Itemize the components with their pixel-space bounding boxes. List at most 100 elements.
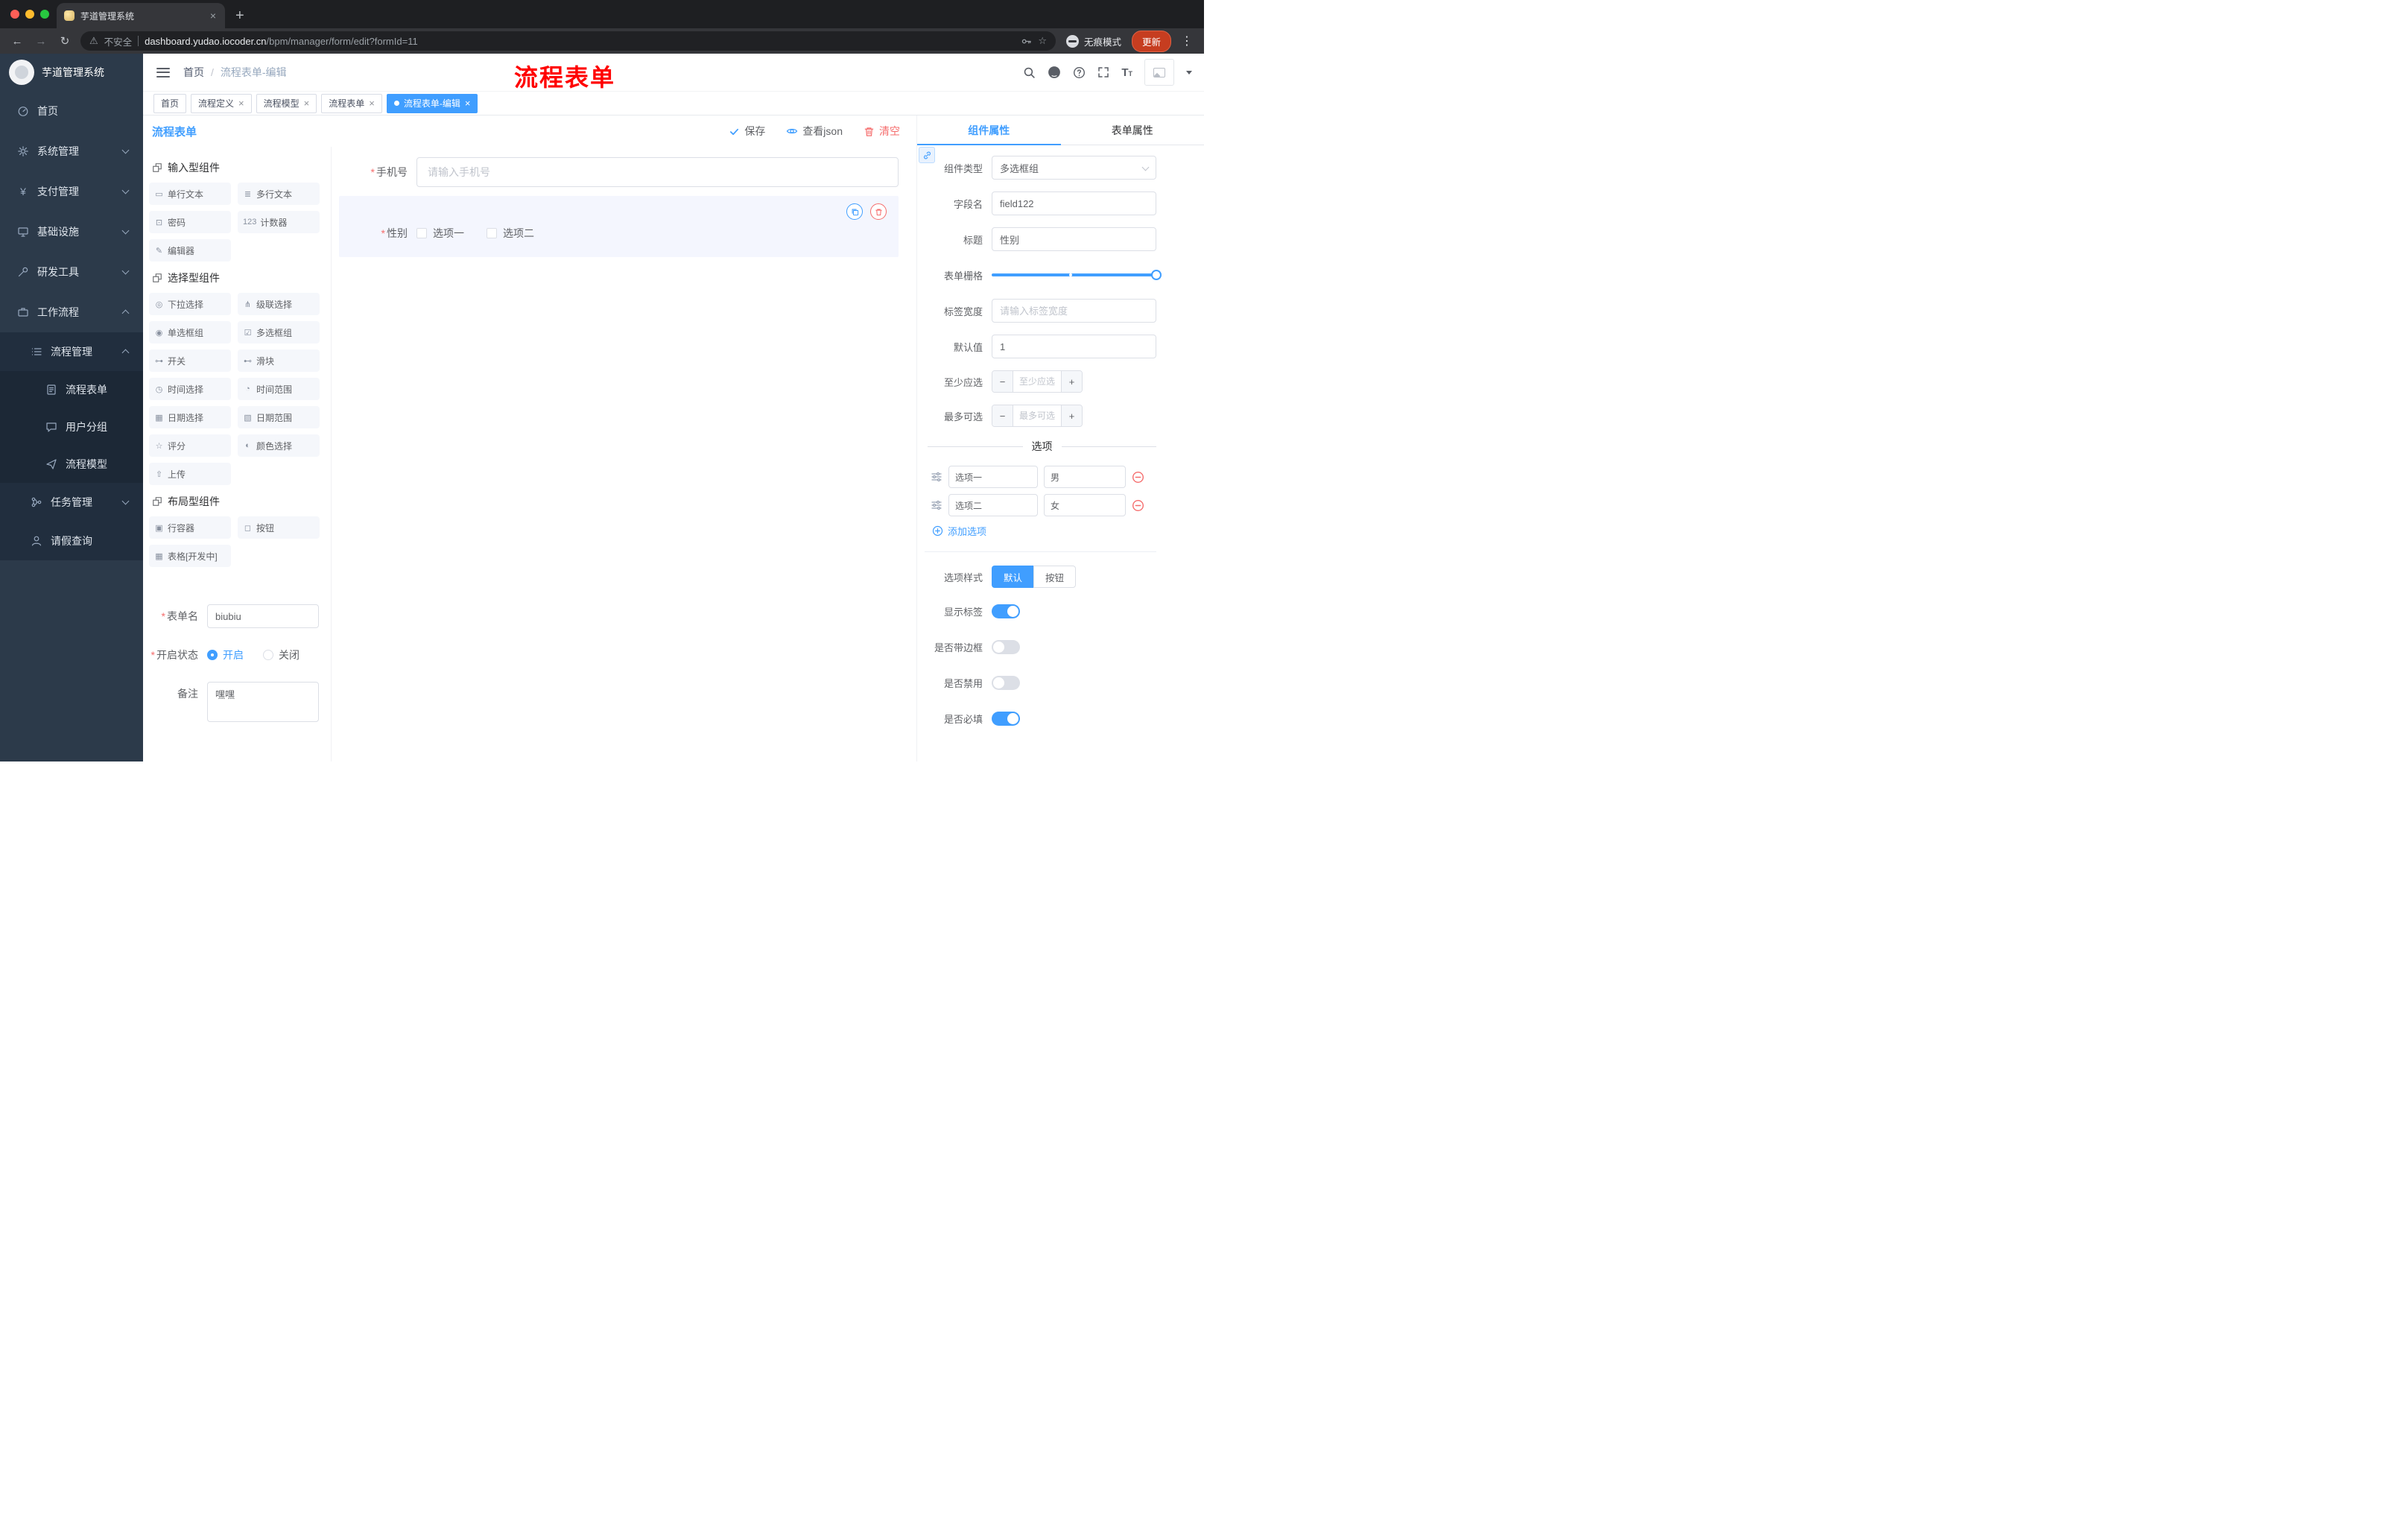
tag-process-form-edit[interactable]: 流程表单-编辑 × [386,93,478,113]
tab-form-properties[interactable]: 表单属性 [1061,115,1205,145]
increase-button[interactable]: + [1061,405,1082,426]
required-toggle[interactable] [992,711,1020,726]
sidebar-item-leave-query[interactable]: 请假查询 [0,522,143,560]
browser-tab[interactable]: 芋道管理系统 × [57,3,225,28]
font-size-icon[interactable]: TT [1121,66,1132,79]
disabled-toggle[interactable] [992,675,1020,690]
view-json-button[interactable]: 查看json [786,124,843,139]
status-off-radio[interactable]: 关闭 [263,647,300,662]
drag-handle-icon[interactable] [931,471,942,483]
tag-process-form[interactable]: 流程表单 × [321,93,382,113]
avatar-caret-icon[interactable] [1186,70,1192,75]
component-rate[interactable]: ☆ 评分 [149,434,231,457]
component-button[interactable]: ◻ 按钮 [238,516,320,539]
sidebar-item-infrastructure[interactable]: 基础设施 [0,212,143,252]
component-select[interactable]: ◎ 下拉选择 [149,293,231,315]
with-border-toggle[interactable] [992,639,1020,654]
link-badge-button[interactable] [919,147,935,163]
component-upload[interactable]: ⇧ 上传 [149,463,231,485]
sidebar-item-process-model[interactable]: 流程模型 [0,446,143,483]
clear-button[interactable]: 清空 [864,124,900,139]
tag-close-icon[interactable]: × [238,98,244,108]
status-on-radio[interactable]: 开启 [207,647,244,662]
style-default-button[interactable]: 默认 [992,566,1034,588]
fullscreen-icon[interactable] [1097,66,1109,78]
component-slider[interactable]: ⊷ 滑块 [238,349,320,372]
decrease-button[interactable]: − [992,405,1013,426]
sidebar-item-user-group[interactable]: 用户分组 [0,408,143,446]
remove-option-button[interactable] [1132,471,1144,484]
component-time-picker[interactable]: ◷ 时间选择 [149,378,231,400]
max-select-input[interactable] [1013,405,1061,426]
sidebar-item-process-management[interactable]: 流程管理 [0,332,143,371]
grid-slider[interactable] [992,263,1162,287]
option-value-input[interactable] [1044,466,1126,488]
component-type-select[interactable]: 多选框组 [992,156,1156,180]
sidebar-item-process-form[interactable]: 流程表单 [0,371,143,408]
component-row-container[interactable]: ▣ 行容器 [149,516,231,539]
component-color-picker[interactable]: ◐ 颜色选择 [238,434,320,457]
github-icon[interactable] [1048,66,1061,79]
search-icon[interactable] [1023,66,1036,79]
component-switch[interactable]: ⊶ 开关 [149,349,231,372]
reload-button[interactable]: ↻ [57,34,73,48]
component-editor[interactable]: ✎ 编辑器 [149,239,231,262]
sidebar-item-workflow[interactable]: 工作流程 [0,292,143,332]
min-select-input[interactable] [1013,371,1061,392]
sidebar-item-system[interactable]: 系统管理 [0,131,143,171]
title-input[interactable] [992,227,1156,251]
tag-process-definition[interactable]: 流程定义 × [191,93,252,113]
field-name-input[interactable] [992,191,1156,215]
window-zoom-button[interactable] [40,10,49,19]
drag-handle-icon[interactable] [931,499,942,511]
window-minimize-button[interactable] [25,10,34,19]
default-value-input[interactable] [992,335,1156,358]
style-button-button[interactable]: 按钮 [1033,566,1077,588]
label-width-input[interactable] [992,299,1156,323]
tab-component-properties[interactable]: 组件属性 [917,115,1061,145]
avatar[interactable] [1144,59,1174,86]
gender-option-2-checkbox[interactable]: 选项二 [487,226,534,241]
save-button[interactable]: 保存 [729,124,765,139]
new-tab-button[interactable]: + [235,8,244,23]
address-bar[interactable]: ⚠ 不安全 dashboard.yudao.iocoder.cn/bpm/man… [80,31,1056,51]
phone-input[interactable] [416,157,899,187]
tag-home[interactable]: 首页 [153,93,187,113]
gender-option-1-checkbox[interactable]: 选项一 [416,226,464,241]
component-password[interactable]: ⊡ 密码 [149,211,231,233]
sidebar-item-payment[interactable]: ¥ 支付管理 [0,171,143,212]
component-table[interactable]: ▦ 表格[开发中] [149,545,231,567]
component-time-range[interactable]: ◔ 时间范围 [238,378,320,400]
option-value-input[interactable] [1044,494,1126,516]
form-name-input[interactable] [207,604,319,628]
sidebar-toggle-icon[interactable] [156,67,170,77]
form-remark-textarea[interactable]: 嘿嘿 [207,682,319,722]
remove-option-button[interactable] [1132,499,1144,512]
tag-close-icon[interactable]: × [304,98,310,108]
component-multi-text[interactable]: ≣ 多行文本 [238,183,320,205]
sidebar-item-home[interactable]: 首页 [0,91,143,131]
increase-button[interactable]: + [1061,371,1082,392]
breadcrumb-home[interactable]: 首页 [183,65,204,80]
tag-close-icon[interactable]: × [369,98,375,108]
browser-menu-icon[interactable]: ⋮ [1179,34,1195,48]
browser-update-button[interactable]: 更新 [1131,30,1171,52]
form-canvas[interactable]: * 手机号 请输入手机号 * 性别 选项一 选项二 [332,147,916,762]
show-label-toggle[interactable] [992,604,1020,618]
forward-button[interactable]: → [33,35,49,48]
sidebar-item-task-management[interactable]: 任务管理 [0,483,143,522]
option-name-input[interactable] [948,494,1038,516]
component-counter[interactable]: 123 计数器 [238,211,320,233]
help-icon[interactable] [1073,66,1086,79]
tag-process-model[interactable]: 流程模型 × [256,93,317,113]
component-date-picker[interactable]: ▦ 日期选择 [149,406,231,428]
decrease-button[interactable]: − [992,371,1013,392]
back-button[interactable]: ← [9,35,25,48]
tag-close-icon[interactable]: × [465,98,471,108]
sidebar-item-devtools[interactable]: 研发工具 [0,252,143,292]
tab-close-icon[interactable]: × [209,10,218,21]
copy-field-button[interactable] [846,203,863,220]
delete-field-button[interactable] [870,203,887,220]
password-key-icon[interactable] [1021,36,1032,47]
component-checkbox-group[interactable]: ☑ 多选框组 [238,321,320,343]
